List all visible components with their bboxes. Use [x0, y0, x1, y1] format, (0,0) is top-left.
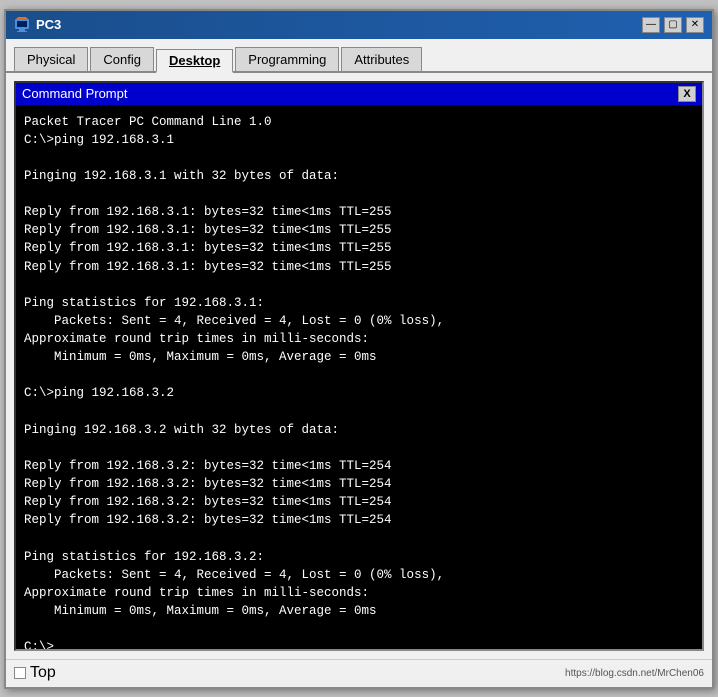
- tab-config[interactable]: Config: [90, 47, 154, 71]
- bottom-left: Top: [14, 664, 56, 682]
- cmd-line-6: Reply from 192.168.3.1: bytes=32 time<1m…: [24, 205, 392, 219]
- cmd-output[interactable]: Packet Tracer PC Command Line 1.0 C:\>pi…: [16, 105, 702, 649]
- bottom-bar: Top https://blog.csdn.net/MrChen06: [6, 659, 712, 687]
- cmd-line-30: C:\>: [24, 640, 54, 648]
- main-window: PC3 — ▢ ✕ Physical Config Desktop Progra…: [4, 9, 714, 689]
- cmd-line-7: Reply from 192.168.3.1: bytes=32 time<1m…: [24, 223, 392, 237]
- cmd-line-12: Packets: Sent = 4, Received = 4, Lost = …: [24, 314, 444, 328]
- app-icon: [14, 17, 30, 33]
- cmd-titlebar: Command Prompt X: [16, 83, 702, 105]
- cmd-line-27: Approximate round trip times in milli-se…: [24, 586, 369, 600]
- cmd-line-13: Approximate round trip times in milli-se…: [24, 332, 369, 346]
- content-area: Command Prompt X Packet Tracer PC Comman…: [6, 73, 712, 659]
- cmd-line-8: Reply from 192.168.3.1: bytes=32 time<1m…: [24, 241, 392, 255]
- cmd-line-16: C:\>ping 192.168.3.2: [24, 386, 174, 400]
- cmd-line-4: Pinging 192.168.3.1 with 32 bytes of dat…: [24, 169, 339, 183]
- cmd-line-25: Ping statistics for 192.168.3.2:: [24, 550, 264, 564]
- cmd-line-14: Minimum = 0ms, Maximum = 0ms, Average = …: [24, 350, 377, 364]
- cmd-line-2: C:\>ping 192.168.3.1: [24, 133, 174, 147]
- tab-programming[interactable]: Programming: [235, 47, 339, 71]
- cmd-line-9: Reply from 192.168.3.1: bytes=32 time<1m…: [24, 260, 392, 274]
- cmd-line-22: Reply from 192.168.3.2: bytes=32 time<1m…: [24, 495, 392, 509]
- cmd-line-28: Minimum = 0ms, Maximum = 0ms, Average = …: [24, 604, 377, 618]
- cmd-line-11: Ping statistics for 192.168.3.1:: [24, 296, 264, 310]
- command-prompt-window: Command Prompt X Packet Tracer PC Comman…: [14, 81, 704, 651]
- window-controls: — ▢ ✕: [642, 17, 704, 33]
- minimize-button[interactable]: —: [642, 17, 660, 33]
- cmd-title-label: Command Prompt: [22, 86, 127, 101]
- tab-desktop[interactable]: Desktop: [156, 49, 233, 73]
- cmd-line-23: Reply from 192.168.3.2: bytes=32 time<1m…: [24, 513, 392, 527]
- bottom-url: https://blog.csdn.net/MrChen06: [565, 668, 704, 679]
- cmd-close-button[interactable]: X: [678, 86, 696, 102]
- window-title: PC3: [36, 17, 642, 32]
- title-bar: PC3 — ▢ ✕: [6, 11, 712, 39]
- tab-bar: Physical Config Desktop Programming Attr…: [6, 39, 712, 73]
- cmd-line-21: Reply from 192.168.3.2: bytes=32 time<1m…: [24, 477, 392, 491]
- cmd-line-26: Packets: Sent = 4, Received = 4, Lost = …: [24, 568, 444, 582]
- close-button[interactable]: ✕: [686, 17, 704, 33]
- cmd-line-20: Reply from 192.168.3.2: bytes=32 time<1m…: [24, 459, 392, 473]
- top-label: Top: [30, 664, 56, 682]
- tab-attributes[interactable]: Attributes: [341, 47, 422, 71]
- tab-physical[interactable]: Physical: [14, 47, 88, 71]
- maximize-button[interactable]: ▢: [664, 17, 682, 33]
- cmd-line-1: Packet Tracer PC Command Line 1.0: [24, 115, 272, 129]
- top-checkbox[interactable]: [14, 667, 26, 679]
- cmd-line-18: Pinging 192.168.3.2 with 32 bytes of dat…: [24, 423, 339, 437]
